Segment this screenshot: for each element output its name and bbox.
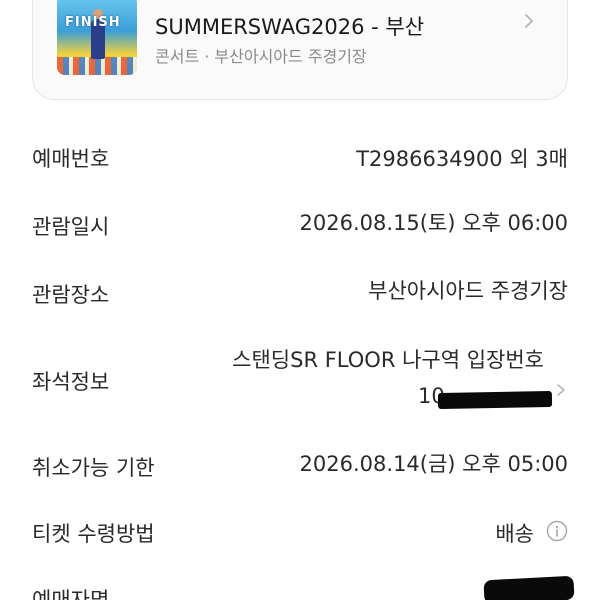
- poster-text: FINISH: [65, 15, 121, 30]
- cancel-deadline-label: 취소가능 기한: [32, 456, 155, 480]
- ticket-method-label: 티켓 수령방법: [32, 522, 155, 546]
- viewing-date-label: 관람일시: [32, 215, 110, 239]
- ticket-method-value: 배송: [495, 522, 534, 546]
- row-seat[interactable]: 좌석정보 스탠딩SR FLOOR 나구역 입장번호 10: [32, 344, 568, 414]
- row-booker-name: 예매자명: [32, 575, 575, 600]
- row-viewing-date: 관람일시 2026.08.15(토) 오후 06:00: [32, 211, 568, 241]
- redaction-mark: [437, 391, 553, 409]
- booker-name-label: 예매자명: [32, 588, 110, 600]
- venue-value: 부산아시아드 주경기장: [368, 279, 568, 303]
- booking-number-value: T2986634900 외 3매: [356, 147, 568, 171]
- event-poster: FINISH: [57, 0, 137, 75]
- row-cancel-deadline: 취소가능 기한 2026.08.14(금) 오후 05:00: [32, 450, 568, 480]
- chevron-right-icon: [525, 14, 533, 28]
- ticket-detail-page: FINISH SUMMERSWAG2026 - 부산 콘서트 · 부산아시아드 …: [0, 0, 600, 600]
- booking-number-label: 예매번호: [32, 147, 110, 171]
- row-booking-number: 예매번호 T2986634900 외 3매: [32, 143, 568, 173]
- row-venue: 관람장소 부산아시아드 주경기장: [32, 279, 568, 309]
- chevron-right-icon: [557, 384, 565, 396]
- event-title: SUMMERSWAG2026 - 부산: [155, 15, 425, 39]
- info-icon[interactable]: [546, 520, 568, 542]
- seat-line-1: 스탠딩SR FLOOR 나구역 입장번호: [232, 348, 544, 372]
- redaction-mark: [483, 575, 575, 600]
- venue-label: 관람장소: [32, 283, 110, 307]
- viewing-date-value: 2026.08.15(토) 오후 06:00: [299, 211, 568, 235]
- event-card[interactable]: FINISH SUMMERSWAG2026 - 부산 콘서트 · 부산아시아드 …: [32, 0, 568, 100]
- event-subtitle: 콘서트 · 부산아시아드 주경기장: [155, 47, 367, 66]
- row-ticket-method: 티켓 수령방법 배송: [32, 518, 568, 548]
- seat-label: 좌석정보: [32, 370, 110, 394]
- poster-crowd: [57, 57, 137, 75]
- cancel-deadline-value: 2026.08.14(금) 오후 05:00: [299, 452, 568, 476]
